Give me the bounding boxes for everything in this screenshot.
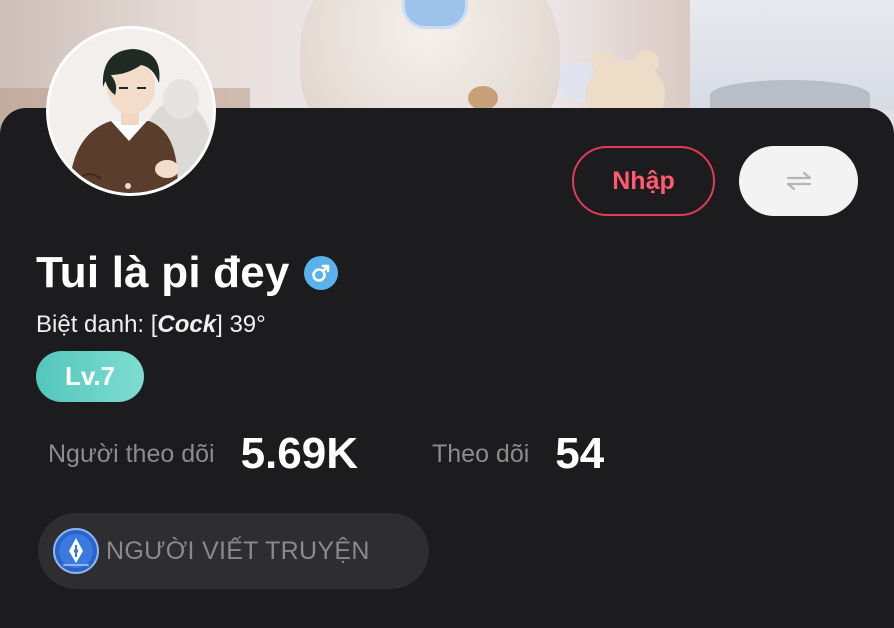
- profile-name-row: Tui là pi đey: [36, 246, 338, 300]
- stats-row: Người theo dõi 5.69K Theo dõi 54: [48, 428, 604, 480]
- writer-tag-label: NGƯỜI VIẾT TRUYỆN: [106, 536, 370, 565]
- nickname: Biệt danh: [Cock] 39°: [36, 311, 266, 339]
- cover-small-bear: [468, 86, 498, 110]
- pen-nib-badge-icon: [53, 528, 99, 574]
- profile-name: Tui là pi đey: [36, 248, 290, 297]
- followers-label[interactable]: Người theo dõi: [48, 440, 215, 469]
- cover-window: [690, 0, 894, 110]
- level-badge[interactable]: Lv.7: [36, 351, 144, 402]
- swap-arrows-icon: [786, 171, 811, 191]
- nickname-value: Cock: [157, 311, 217, 338]
- writer-tag[interactable]: NGƯỜI VIẾT TRUYỆN: [38, 513, 429, 589]
- avatar[interactable]: [46, 26, 216, 196]
- import-button[interactable]: Nhập: [572, 146, 715, 216]
- following-label[interactable]: Theo dõi: [432, 440, 529, 469]
- switch-button[interactable]: [739, 146, 858, 216]
- level-label: Lv.7: [64, 361, 116, 391]
- followers-count[interactable]: 5.69K: [241, 429, 358, 479]
- male-symbol-icon: [311, 264, 329, 282]
- nickname-label: Biệt danh: [: [36, 311, 158, 338]
- nickname-suffix: ] 39°: [216, 311, 266, 338]
- import-button-label: Nhập: [612, 166, 675, 195]
- male-gender-icon: [303, 256, 338, 290]
- cover-bow: [405, 0, 465, 26]
- avatar-page-indicator: [125, 183, 131, 189]
- avatar-illustration: [49, 29, 213, 193]
- following-count[interactable]: 54: [555, 429, 604, 479]
